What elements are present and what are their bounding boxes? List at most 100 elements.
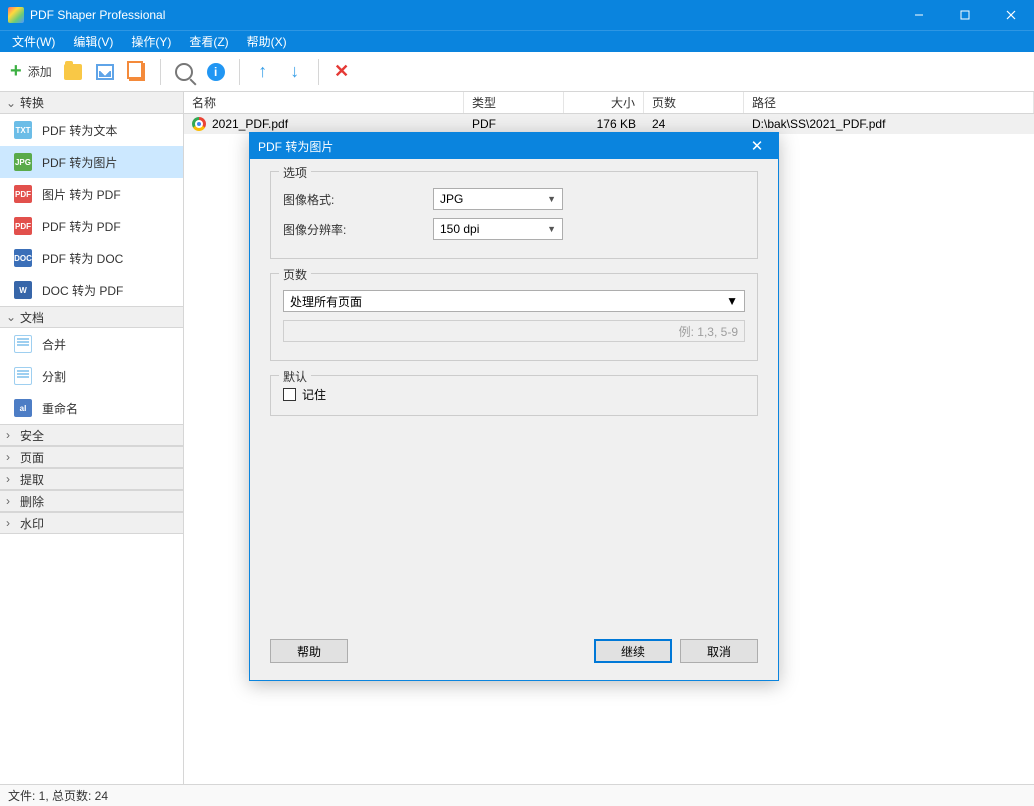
input-pages-range: 例: 1,3, 5-9 (283, 320, 745, 342)
help-button[interactable]: 帮助 (270, 639, 348, 663)
image-icon (96, 64, 114, 80)
plus-icon: + (10, 60, 22, 83)
nav-label: 重命名 (42, 400, 78, 417)
nav-pdf-to-doc[interactable]: DOCPDF 转为 DOC (0, 242, 183, 274)
minimize-button[interactable] (896, 0, 942, 30)
section-label: 安全 (20, 427, 44, 444)
checkbox-remember[interactable]: 记住 (283, 386, 745, 403)
open-image-button[interactable] (90, 57, 120, 87)
menu-file[interactable]: 文件(W) (4, 31, 63, 52)
nav-label: PDF 转为图片 (42, 154, 117, 171)
copy-button[interactable] (122, 57, 152, 87)
move-down-button[interactable]: ↓ (280, 57, 310, 87)
section-extract[interactable]: ›提取 (0, 468, 183, 490)
close-button[interactable] (988, 0, 1034, 30)
section-delete[interactable]: ›删除 (0, 490, 183, 512)
label-image-dpi: 图像分辨率: (283, 221, 433, 238)
arrow-up-icon: ↑ (258, 61, 267, 82)
menu-help[interactable]: 帮助(X) (239, 31, 295, 52)
nav-pdf-to-text[interactable]: TXTPDF 转为文本 (0, 114, 183, 146)
section-convert[interactable]: ⌄转换 (0, 92, 183, 114)
fieldset-options: 选项 图像格式: JPG▼ 图像分辨率: 150 dpi▼ (270, 171, 758, 259)
th-name[interactable]: 名称 (184, 92, 464, 113)
fieldset-default: 默认 记住 (270, 375, 758, 416)
jpg-icon: JPG (14, 153, 32, 171)
toolbar: +添加 i ↑ ↓ ✕ (0, 52, 1034, 92)
section-security[interactable]: ›安全 (0, 424, 183, 446)
nav-label: PDF 转为文本 (42, 122, 117, 139)
remove-icon: ✕ (334, 61, 349, 82)
select-value: 处理所有页面 (290, 293, 362, 310)
section-document[interactable]: ⌄文档 (0, 306, 183, 328)
search-icon (175, 63, 193, 81)
chevron-right-icon: › (6, 494, 20, 508)
dialog-close-button[interactable]: ✕ (744, 133, 770, 159)
nav-doc-to-pdf[interactable]: WDOC 转为 PDF (0, 274, 183, 306)
info-button[interactable]: i (201, 57, 231, 87)
select-value: JPG (440, 192, 463, 206)
nav-label: 图片 转为 PDF (42, 186, 121, 203)
add-button[interactable]: +添加 (6, 57, 56, 87)
nav-merge[interactable]: 合并 (0, 328, 183, 360)
legend-pages: 页数 (279, 266, 311, 283)
page-icon (14, 335, 32, 353)
section-label: 提取 (20, 471, 44, 488)
checkbox-label: 记住 (302, 386, 326, 403)
select-pages-mode[interactable]: 处理所有页面▼ (283, 290, 745, 312)
nav-label: 合并 (42, 336, 66, 353)
menu-edit[interactable]: 编辑(V) (65, 31, 121, 52)
cell-name: 2021_PDF.pdf (184, 117, 464, 131)
table-row[interactable]: 2021_PDF.pdf PDF 176 KB 24 D:\bak\SS\202… (184, 114, 1034, 134)
section-watermark[interactable]: ›水印 (0, 512, 183, 534)
cell-path: D:\bak\SS\2021_PDF.pdf (744, 117, 1034, 131)
cancel-button[interactable]: 取消 (680, 639, 758, 663)
dialog-title-text: PDF 转为图片 (258, 138, 744, 155)
th-path[interactable]: 路径 (744, 92, 1034, 113)
search-button[interactable] (169, 57, 199, 87)
chevron-down-icon: ⌄ (6, 310, 20, 324)
statusbar: 文件: 1, 总页数: 24 (0, 784, 1034, 806)
chevron-right-icon: › (6, 450, 20, 464)
nav-label: PDF 转为 DOC (42, 250, 123, 267)
pdf-icon: PDF (14, 185, 32, 203)
maximize-button[interactable] (942, 0, 988, 30)
file-name: 2021_PDF.pdf (212, 117, 288, 131)
checkbox-box (283, 388, 296, 401)
th-size[interactable]: 大小 (564, 92, 644, 113)
word-icon: W (14, 281, 32, 299)
chevron-right-icon: › (6, 428, 20, 442)
chevron-down-icon: ▼ (547, 224, 556, 234)
menu-view[interactable]: 查看(Z) (181, 31, 236, 52)
section-label: 删除 (20, 493, 44, 510)
legend-default: 默认 (279, 368, 311, 385)
pdf-icon: PDF (14, 217, 32, 235)
arrow-down-icon: ↓ (290, 61, 299, 82)
separator (318, 59, 319, 85)
section-page[interactable]: ›页面 (0, 446, 183, 468)
th-type[interactable]: 类型 (464, 92, 564, 113)
dialog-pdf-to-image: PDF 转为图片 ✕ 选项 图像格式: JPG▼ 图像分辨率: 150 dpi▼… (249, 132, 779, 681)
nav-pdf-to-pdf[interactable]: PDFPDF 转为 PDF (0, 210, 183, 242)
remove-button[interactable]: ✕ (327, 57, 357, 87)
menu-action[interactable]: 操作(Y) (123, 31, 179, 52)
nav-pdf-to-image[interactable]: JPG PDF 转为图片 (0, 146, 183, 178)
dialog-titlebar: PDF 转为图片 ✕ (250, 133, 778, 159)
open-folder-button[interactable] (58, 57, 88, 87)
menubar: 文件(W) 编辑(V) 操作(Y) 查看(Z) 帮助(X) (0, 30, 1034, 52)
chevron-right-icon: › (6, 516, 20, 530)
continue-button[interactable]: 继续 (594, 639, 672, 663)
select-image-dpi[interactable]: 150 dpi ▼ (433, 218, 563, 240)
titlebar: PDF Shaper Professional (0, 0, 1034, 30)
separator (239, 59, 240, 85)
nav-rename[interactable]: aI重命名 (0, 392, 183, 424)
nav-image-to-pdf[interactable]: PDF 图片 转为 PDF (0, 178, 183, 210)
select-value: 150 dpi (440, 222, 479, 236)
cell-pages: 24 (644, 117, 744, 131)
section-label: 转换 (20, 94, 44, 111)
select-image-format[interactable]: JPG▼ (433, 188, 563, 210)
placeholder-text: 例: 1,3, 5-9 (679, 323, 738, 340)
nav-split[interactable]: 分割 (0, 360, 183, 392)
chevron-down-icon: ⌄ (6, 96, 20, 110)
move-up-button[interactable]: ↑ (248, 57, 278, 87)
th-pages[interactable]: 页数 (644, 92, 744, 113)
